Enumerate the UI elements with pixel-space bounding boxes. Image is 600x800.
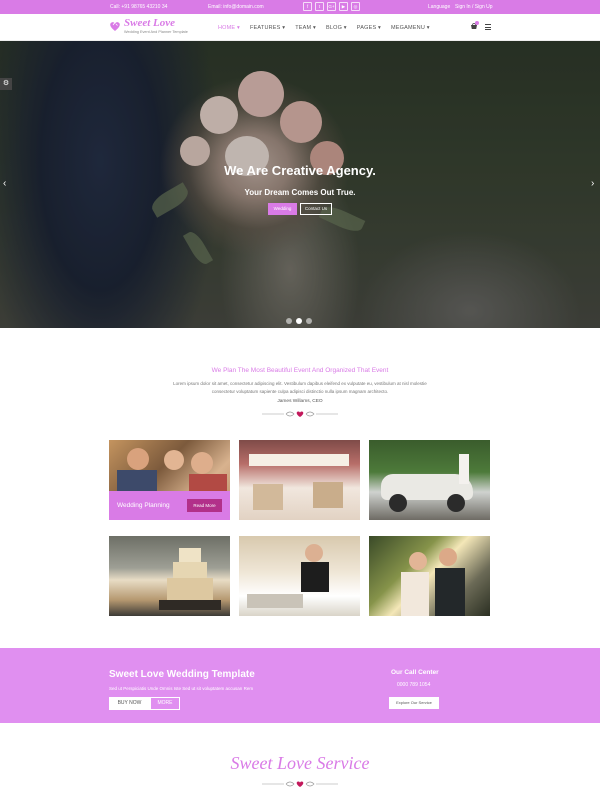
social-links: f t G+ ▶ ◎: [303, 2, 360, 11]
main-nav: HOME ▾ FEATURES ▾ TEAM ▾ BLOG ▾ PAGES ▾ …: [218, 25, 440, 31]
gallery-card-couple[interactable]: [369, 536, 490, 616]
photo-cake-tier: [167, 578, 213, 600]
call-center-title: Our Call Center: [391, 669, 439, 676]
ornament-divider-icon: [262, 781, 338, 787]
nav-blog[interactable]: BLOG ▾: [326, 25, 347, 31]
slider-dots: [286, 318, 312, 324]
gallery-card-cake[interactable]: [109, 536, 230, 616]
photo-bride: [459, 454, 469, 484]
logo[interactable]: Sweet Love Wedding Event And Planner Tem…: [108, 17, 198, 37]
photo-wheel: [389, 494, 407, 512]
hero-overlay: [0, 41, 600, 328]
call-center-phone: 0000 789 1054: [397, 682, 431, 688]
nav-features[interactable]: FEATURES ▾: [250, 25, 285, 31]
card-title: Wedding Planning: [117, 502, 170, 509]
hero-buttons: Wedding Contact Us: [268, 203, 332, 215]
cta-subtitle: Sed ut Perspiciatis Unde Omnis Iste Sed …: [109, 686, 254, 691]
more-button[interactable]: MORE: [150, 697, 180, 710]
read-more-button[interactable]: Read More: [187, 499, 222, 512]
main-header: Sweet Love Wedding Event And Planner Tem…: [0, 14, 600, 41]
twitter-icon[interactable]: t: [315, 2, 324, 11]
logo-title: Sweet Love: [124, 17, 176, 29]
photo-chair-sign: [313, 482, 343, 508]
google-plus-icon[interactable]: G+: [327, 2, 336, 11]
sign-in-link[interactable]: Sign In / Sign Up: [455, 4, 493, 10]
nav-team[interactable]: TEAM ▾: [295, 25, 316, 31]
top-bar: Call: +91 98765 43210 34 Email: info@dom…: [0, 0, 600, 14]
photo-face: [409, 552, 427, 570]
hero-slider: ⚙ ‹ › We Are Creative Agency. Your Dream…: [0, 41, 600, 328]
explore-service-button[interactable]: Explore Our Service: [389, 697, 439, 709]
slider-dot[interactable]: [306, 318, 312, 324]
language-link[interactable]: Language: [428, 4, 450, 10]
hero-subtitle: Your Dream Comes Out True.: [244, 188, 356, 197]
photo-face: [164, 450, 184, 470]
gallery-card-catering[interactable]: [239, 536, 360, 616]
cart-badge: [475, 21, 479, 25]
photo-cake-tier: [179, 548, 201, 562]
gallery-card-wedding-planning[interactable]: Wedding Planning Read More: [109, 440, 230, 520]
buy-now-button[interactable]: BUY NOW: [109, 697, 150, 710]
photo-table: [249, 454, 349, 466]
logo-tagline: Wedding Event And Planner Template: [124, 30, 188, 34]
ornament-divider-icon: [262, 411, 338, 417]
cta-band: Sweet Love Wedding Template Sed ut Persp…: [0, 648, 600, 723]
facebook-icon[interactable]: f: [303, 2, 312, 11]
photo-waiter: [301, 562, 329, 592]
photo-face: [127, 448, 149, 470]
photo-face: [305, 544, 323, 562]
photo-glasses: [247, 594, 303, 608]
photo-cake-tier: [173, 562, 207, 578]
cta-title: Sweet Love Wedding Template: [109, 669, 255, 680]
photo-dress: [401, 572, 429, 616]
wedding-button[interactable]: Wedding: [268, 203, 297, 215]
photo-suit: [435, 568, 465, 616]
intro-author: James Willams, CEO: [277, 399, 323, 404]
card-overlay: Wedding Planning Read More: [109, 491, 230, 520]
youtube-icon[interactable]: ▶: [339, 2, 348, 11]
service-section-title: Sweet Love Service: [230, 753, 370, 773]
contact-us-button[interactable]: Contact Us: [300, 203, 332, 215]
gear-icon[interactable]: ⚙: [0, 78, 12, 90]
gallery-card-car[interactable]: [369, 440, 490, 520]
intro-text: Lorem ipsum dolor sit amet, consectetur …: [173, 381, 427, 394]
cta-buttons: BUY NOW MORE: [109, 697, 180, 710]
photo-cake-stand: [159, 600, 221, 610]
photo-face: [191, 452, 213, 474]
intro-title: We Plan The Most Beautiful Event And Org…: [211, 367, 389, 374]
hero-title: We Are Creative Agency.: [224, 163, 376, 178]
nav-pages[interactable]: PAGES ▾: [357, 25, 381, 31]
slider-dot-active[interactable]: [296, 318, 302, 324]
heart-logo-icon: [110, 22, 120, 31]
hamburger-menu-icon[interactable]: [485, 24, 491, 30]
call-info: Call: +91 98765 43210 34: [110, 4, 168, 10]
nav-home[interactable]: HOME ▾: [218, 25, 240, 31]
instagram-icon[interactable]: ◎: [351, 2, 360, 11]
gallery-card-reception[interactable]: [239, 440, 360, 520]
photo-wheel: [447, 494, 465, 512]
email-info[interactable]: Email: info@domain.com: [208, 4, 264, 10]
nav-megamenu[interactable]: MEGAMENU ▾: [391, 25, 430, 31]
photo-face: [439, 548, 457, 566]
photo-chair-sign: [253, 484, 283, 510]
slider-dot[interactable]: [286, 318, 292, 324]
